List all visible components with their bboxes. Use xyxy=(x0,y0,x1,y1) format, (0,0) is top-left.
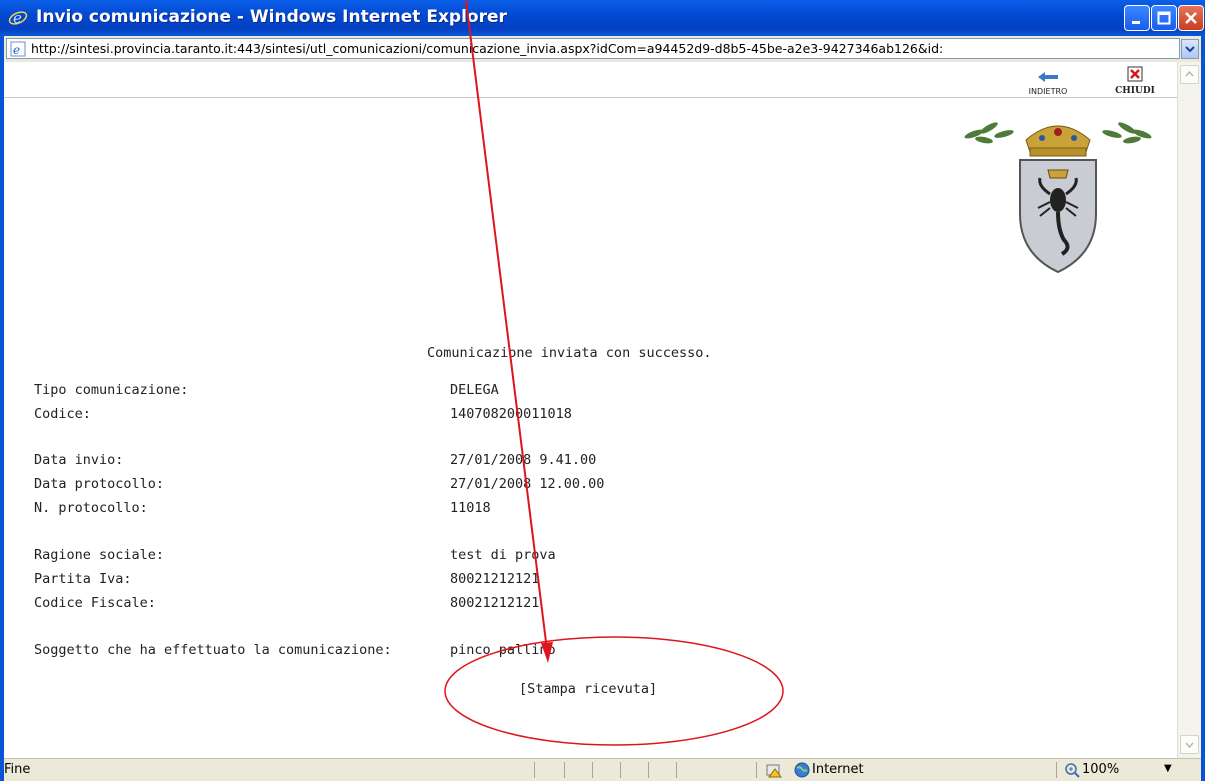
codice-label: Codice: xyxy=(34,406,91,422)
chevron-down-icon xyxy=(1185,742,1194,749)
vertical-scrollbar[interactable] xyxy=(1177,62,1201,758)
zoom-level[interactable]: 100% xyxy=(1082,762,1119,777)
soggetto-label: Soggetto che ha effettuato la comunicazi… xyxy=(34,642,392,658)
data-protocollo-label: Data protocollo: xyxy=(34,476,165,492)
status-text: Fine xyxy=(4,762,31,777)
status-divider xyxy=(534,762,535,778)
arrow-left-icon xyxy=(1038,72,1058,82)
back-label: INDIETRO xyxy=(1028,87,1068,96)
status-divider xyxy=(1056,762,1057,778)
zoom-dropdown-icon[interactable]: ▼ xyxy=(1164,763,1172,774)
partita-iva-label: Partita Iva: xyxy=(34,571,132,587)
tipo-label: Tipo comunicazione: xyxy=(34,382,189,398)
status-divider xyxy=(756,762,757,778)
title-bar[interactable]: e Invio comunicazione - Windows Internet… xyxy=(0,0,1205,36)
status-divider xyxy=(620,762,621,778)
soggetto-value: pinco pallino xyxy=(450,642,556,658)
maximize-button[interactable] xyxy=(1151,5,1177,31)
url-field[interactable]: e http://sintesi.provincia.taranto.it:44… xyxy=(6,38,1180,59)
status-bar: Fine Internet 100% ▼ xyxy=(4,758,1201,781)
n-protocollo-value: 11018 xyxy=(450,500,491,516)
svg-text:e: e xyxy=(13,43,20,57)
success-message: Comunicazione inviata con successo. xyxy=(427,345,712,361)
data-invio-value: 27/01/2008 9.41.00 xyxy=(450,452,597,468)
status-divider xyxy=(592,762,593,778)
chevron-down-icon xyxy=(1185,46,1195,53)
address-bar: e http://sintesi.provincia.taranto.it:44… xyxy=(4,36,1201,62)
security-zone-label: Internet xyxy=(812,762,864,777)
ragione-sociale-label: Ragione sociale: xyxy=(34,547,165,563)
codice-fiscale-label: Codice Fiscale: xyxy=(34,595,156,611)
close-window-button[interactable] xyxy=(1178,5,1204,31)
ie-logo-icon: e xyxy=(8,9,28,27)
tipo-value: DELEGA xyxy=(450,382,499,398)
zoom-icon[interactable] xyxy=(1064,762,1080,778)
scroll-down-button[interactable] xyxy=(1180,735,1199,754)
chevron-up-icon xyxy=(1185,70,1194,77)
scroll-up-button[interactable] xyxy=(1180,65,1199,84)
url-text: http://sintesi.provincia.taranto.it:443/… xyxy=(31,41,944,56)
status-divider xyxy=(648,762,649,778)
codice-value: 140708200011018 xyxy=(450,406,572,422)
minimize-icon xyxy=(1132,21,1140,24)
page-content: INDIETRO CHIUDI Comunicazione inviata co… xyxy=(4,62,1177,758)
n-protocollo-label: N. protocollo: xyxy=(34,500,148,516)
address-dropdown-button[interactable] xyxy=(1181,39,1199,59)
partita-iva-value: 80021212121 xyxy=(450,571,540,587)
data-invio-label: Data invio: xyxy=(34,452,124,468)
svg-text:e: e xyxy=(13,9,22,27)
data-protocollo-value: 27/01/2008 12.00.00 xyxy=(450,476,605,492)
page-icon: e xyxy=(10,41,26,57)
ragione-sociale-value: test di prova xyxy=(450,547,556,563)
status-divider xyxy=(564,762,565,778)
province-emblem-logo xyxy=(964,122,1152,274)
globe-icon xyxy=(794,762,810,778)
status-divider xyxy=(676,762,677,778)
window-title: Invio comunicazione - Windows Internet E… xyxy=(36,7,507,27)
maximize-icon xyxy=(1157,11,1171,25)
close-page-button[interactable]: CHIUDI xyxy=(1112,66,1158,96)
close-icon xyxy=(1185,12,1197,24)
print-receipt-link[interactable]: [Stampa ricevuta] xyxy=(519,681,657,697)
close-label: CHIUDI xyxy=(1115,86,1155,96)
close-icon xyxy=(1127,66,1143,82)
back-button[interactable]: INDIETRO xyxy=(1020,68,1076,96)
toolbar-divider xyxy=(4,97,1177,98)
minimize-button[interactable] xyxy=(1124,5,1150,31)
browser-window: e Invio comunicazione - Windows Internet… xyxy=(0,0,1205,781)
codice-fiscale-value: 80021212121 xyxy=(450,595,540,611)
security-warning-icon[interactable] xyxy=(766,762,782,778)
